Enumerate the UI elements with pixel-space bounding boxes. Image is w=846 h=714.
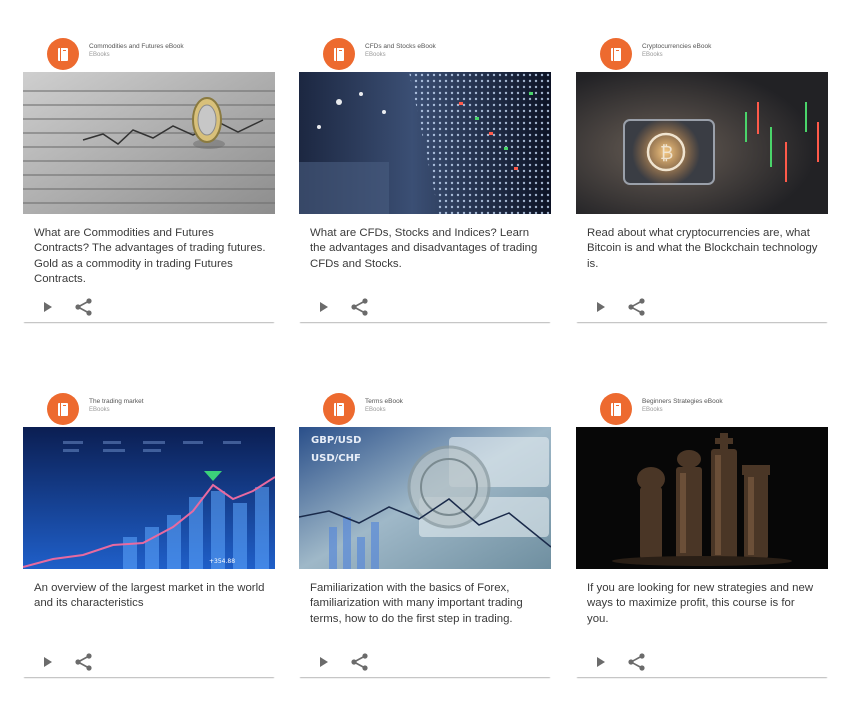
card-description: What are Commodities and Futures Contrac… [34, 227, 266, 285]
book-icon [600, 393, 632, 425]
ebook-card[interactable]: Commodities and Futures eBook EBooks Wha… [23, 28, 275, 322]
book-icon [47, 38, 79, 70]
card-header: Cryptocurrencies eBook EBooks [600, 38, 828, 74]
card-description: If you are looking for new strategies an… [587, 582, 814, 625]
ebook-card[interactable]: Cryptocurrencies eBook EBooks ₿ Read abo… [576, 28, 828, 322]
card-subtitle: EBooks [89, 407, 110, 413]
book-icon [47, 393, 79, 425]
card-actions [39, 296, 139, 320]
book-icon [323, 38, 355, 70]
card-description: An overview of the largest market in the… [34, 582, 265, 610]
card-header: The trading market EBooks [47, 393, 275, 429]
card-actions [315, 296, 415, 320]
share-icon[interactable] [73, 296, 95, 318]
card-title: CFDs and Stocks eBook [365, 43, 436, 50]
ebook-card[interactable]: The trading market EBooks +354.88 An ove… [23, 383, 275, 677]
play-icon[interactable] [39, 653, 57, 671]
ebook-card[interactable]: Beginners Strategies eBook EBooks If you… [576, 383, 828, 677]
card-image[interactable] [576, 427, 828, 569]
card-subtitle: EBooks [642, 52, 663, 58]
card-description: What are CFDs, Stocks and Indices? Learn… [310, 227, 538, 270]
svg-text:₿: ₿ [660, 143, 673, 164]
share-icon[interactable] [626, 651, 648, 673]
card-image[interactable]: +354.88 [23, 427, 275, 569]
card-title: Cryptocurrencies eBook [642, 43, 712, 50]
share-icon[interactable] [73, 651, 95, 673]
card-description: Read about what cryptocurrencies are, wh… [587, 227, 818, 270]
share-icon[interactable] [626, 296, 648, 318]
play-icon[interactable] [592, 653, 610, 671]
card-subtitle: EBooks [365, 407, 386, 413]
card-image[interactable]: GBP/USD USD/CHF [299, 427, 551, 569]
currency-pair-label: GBP/USD [311, 435, 361, 446]
share-icon[interactable] [349, 296, 371, 318]
card-header: Commodities and Futures eBook EBooks [47, 38, 275, 74]
play-icon[interactable] [39, 298, 57, 316]
share-icon[interactable] [349, 651, 371, 673]
card-image[interactable]: ₿ [576, 72, 828, 214]
book-icon [600, 38, 632, 70]
card-actions [39, 651, 139, 675]
book-icon [323, 393, 355, 425]
card-subtitle: EBooks [365, 52, 386, 58]
play-icon[interactable] [315, 653, 333, 671]
card-actions [315, 651, 415, 675]
chart-value-label: +354.88 [209, 558, 235, 565]
card-subtitle: EBooks [642, 407, 663, 413]
card-actions [592, 296, 692, 320]
ebook-card[interactable]: CFDs and Stocks eBook EBooks What are CF… [299, 28, 551, 322]
play-icon[interactable] [592, 298, 610, 316]
card-actions [592, 651, 692, 675]
card-title: Beginners Strategies eBook [642, 398, 723, 405]
card-header: CFDs and Stocks eBook EBooks [323, 38, 551, 74]
card-description: Familiarization with the basics of Forex… [310, 582, 523, 625]
ebook-card[interactable]: Terms eBook EBooks GBP/USD USD/CHF Famil… [299, 383, 551, 677]
card-title: Commodities and Futures eBook [89, 43, 184, 50]
card-subtitle: EBooks [89, 52, 110, 58]
card-image[interactable] [23, 72, 275, 214]
card-header: Beginners Strategies eBook EBooks [600, 393, 828, 429]
card-title: The trading market [89, 398, 144, 405]
play-icon[interactable] [315, 298, 333, 316]
card-header: Terms eBook EBooks [323, 393, 551, 429]
card-image[interactable] [299, 72, 551, 214]
card-title: Terms eBook [365, 398, 403, 405]
currency-pair-label: USD/CHF [311, 453, 361, 464]
